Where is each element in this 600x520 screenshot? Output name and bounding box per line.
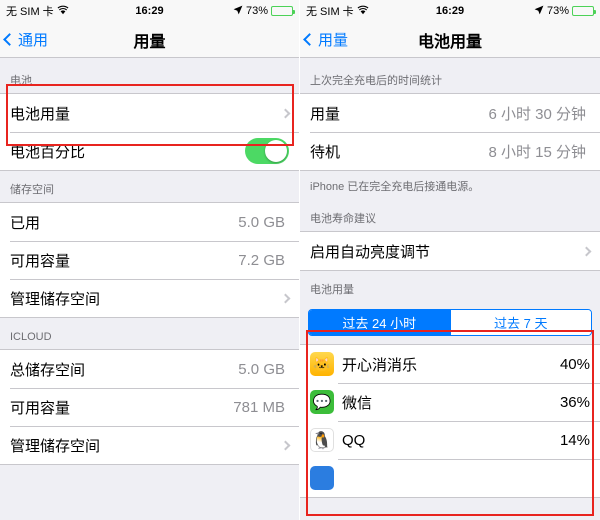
chevron-right-icon <box>280 440 291 450</box>
app-percent-label: 14% <box>559 431 590 449</box>
row-standby-time-label: 待机 <box>310 143 341 161</box>
group-icloud: 总储存空间 5.0 GB 可用容量 781 MB 管理储存空间 <box>0 349 299 465</box>
time-range-segmented-control[interactable]: 过去 24 小时 过去 7 天 <box>308 309 592 336</box>
app-row[interactable]: 🐱 开心消消乐 40% <box>300 345 600 383</box>
back-button-label: 用量 <box>318 32 349 49</box>
chevron-right-icon <box>280 108 291 118</box>
row-icloud-manage-label: 管理储存空间 <box>10 437 101 455</box>
right-content: 上次完全充电后的时间统计 用量 6 小时 30 分钟 待机 8 小时 15 分钟… <box>300 58 600 498</box>
row-icloud-total: 总储存空间 5.0 GB <box>0 350 299 388</box>
segment-last-7-days[interactable]: 过去 7 天 <box>449 310 591 335</box>
back-button-label: 通用 <box>18 32 49 49</box>
app-name-label: 微信 <box>342 394 373 412</box>
row-manage-storage[interactable]: 管理储存空间 <box>0 279 299 317</box>
battery-icon <box>271 6 295 16</box>
toggle-knob <box>265 140 287 162</box>
app-name-label: QQ <box>342 431 366 449</box>
section-header-battery-advice: 电池寿命建议 <box>310 213 376 225</box>
app-percent-label: 36% <box>559 393 590 411</box>
section-header-icloud: ICLOUD <box>10 331 52 343</box>
row-storage-available: 可用容量 7.2 GB <box>0 241 299 279</box>
chevron-left-icon <box>303 33 316 46</box>
screenshot-root: 无 SIM 卡 16:29 73% 通用 用量 电池 电池用量 电池百分比 储存… <box>0 0 600 520</box>
section-header-time-since-charge: 上次完全充电后的时间统计 <box>310 75 442 87</box>
section-header-storage: 储存空间 <box>10 184 54 196</box>
right-status-right-group: 73% <box>534 5 596 18</box>
group-battery-advice: 启用自动亮度调节 <box>300 231 600 271</box>
wechat-icon: 💬 <box>310 390 334 414</box>
group-app-battery-list: 🐱 开心消消乐 40% 💬 微信 36% 🐧 QQ 14% <box>300 344 600 498</box>
row-standby-time: 待机 8 小时 15 分钟 <box>300 132 600 170</box>
qq-icon: 🐧 <box>310 428 334 452</box>
left-screen-usage-settings: 无 SIM 卡 16:29 73% 通用 用量 电池 电池用量 电池百分比 储存… <box>0 0 300 520</box>
row-storage-used-value: 5.0 GB <box>238 213 285 231</box>
row-standby-time-value: 8 小时 15 分钟 <box>488 143 586 161</box>
group-battery: 电池用量 电池百分比 <box>0 93 299 171</box>
left-nav-bar: 通用 用量 <box>0 22 299 58</box>
back-button-general[interactable]: 通用 <box>0 29 48 50</box>
row-battery-usage[interactable]: 电池用量 <box>0 94 299 132</box>
row-icloud-total-value: 5.0 GB <box>238 360 285 378</box>
right-status-carrier-group: 无 SIM 卡 <box>306 3 369 19</box>
row-usage-time-label: 用量 <box>310 105 341 123</box>
right-nav-bar: 用量 电池用量 <box>300 22 600 58</box>
chevron-right-icon <box>581 246 592 256</box>
row-battery-percentage-label: 电池百分比 <box>10 143 86 161</box>
battery-icon <box>572 6 596 16</box>
section-header-battery: 电池 <box>10 75 32 87</box>
row-storage-used-label: 已用 <box>10 214 41 232</box>
chevron-left-icon <box>3 33 16 46</box>
left-content: 电池 电池用量 电池百分比 储存空间 已用 5.0 GB 可用容量 7.2 GB… <box>0 58 299 465</box>
app-name-label: 开心消消乐 <box>342 356 418 374</box>
chevron-right-icon <box>280 293 291 303</box>
left-battery-percent: 73% <box>245 5 268 17</box>
group-time-since-charge: 用量 6 小时 30 分钟 待机 8 小时 15 分钟 <box>300 93 600 171</box>
row-auto-brightness-label: 启用自动亮度调节 <box>310 243 431 261</box>
row-manage-storage-label: 管理储存空间 <box>10 290 101 308</box>
right-status-bar: 无 SIM 卡 16:29 73% <box>300 0 600 22</box>
right-carrier-label: 无 SIM 卡 <box>306 6 354 18</box>
row-storage-used: 已用 5.0 GB <box>0 203 299 241</box>
wifi-icon <box>357 5 369 18</box>
happy-game-icon: 🐱 <box>310 352 334 376</box>
row-icloud-manage[interactable]: 管理储存空间 <box>0 426 299 464</box>
group-storage: 已用 5.0 GB 可用容量 7.2 GB 管理储存空间 <box>0 202 299 318</box>
row-icloud-total-label: 总储存空间 <box>10 361 86 379</box>
right-battery-percent: 73% <box>546 5 569 17</box>
location-arrow-icon <box>534 5 544 18</box>
section-header-battery-usage: 电池用量 <box>310 284 354 296</box>
row-battery-usage-label: 电池用量 <box>10 105 71 123</box>
right-screen-battery-usage: 无 SIM 卡 16:29 73% 用量 电池用量 上次完全充电后的时间统计 用… <box>300 0 600 520</box>
location-arrow-icon <box>233 5 243 18</box>
segment-last-24-hours[interactable]: 过去 24 小时 <box>309 310 450 335</box>
row-storage-available-value: 7.2 GB <box>238 251 285 269</box>
row-icloud-available-value: 781 MB <box>233 398 285 416</box>
charging-note: iPhone 已在完全充电后接通电源。 <box>310 181 480 193</box>
row-usage-time: 用量 6 小时 30 分钟 <box>300 94 600 132</box>
left-carrier-label: 无 SIM 卡 <box>6 6 54 18</box>
row-storage-available-label: 可用容量 <box>10 252 71 270</box>
app-icon-partial <box>310 466 334 490</box>
app-percent-label: 40% <box>559 355 590 373</box>
left-status-carrier-group: 无 SIM 卡 <box>6 3 69 19</box>
row-auto-brightness[interactable]: 启用自动亮度调节 <box>300 232 600 270</box>
battery-percentage-toggle[interactable] <box>245 138 289 164</box>
row-usage-time-value: 6 小时 30 分钟 <box>488 105 586 123</box>
app-row[interactable]: 🐧 QQ 14% <box>300 421 600 459</box>
left-status-right-group: 73% <box>233 5 295 18</box>
app-row[interactable]: 💬 微信 36% <box>300 383 600 421</box>
back-button-usage[interactable]: 用量 <box>300 29 348 50</box>
left-status-bar: 无 SIM 卡 16:29 73% <box>0 0 299 22</box>
row-battery-percentage[interactable]: 电池百分比 <box>0 132 299 170</box>
wifi-icon <box>57 5 69 18</box>
row-icloud-available-label: 可用容量 <box>10 399 71 417</box>
row-icloud-available: 可用容量 781 MB <box>0 388 299 426</box>
app-row-partial[interactable] <box>300 459 600 497</box>
